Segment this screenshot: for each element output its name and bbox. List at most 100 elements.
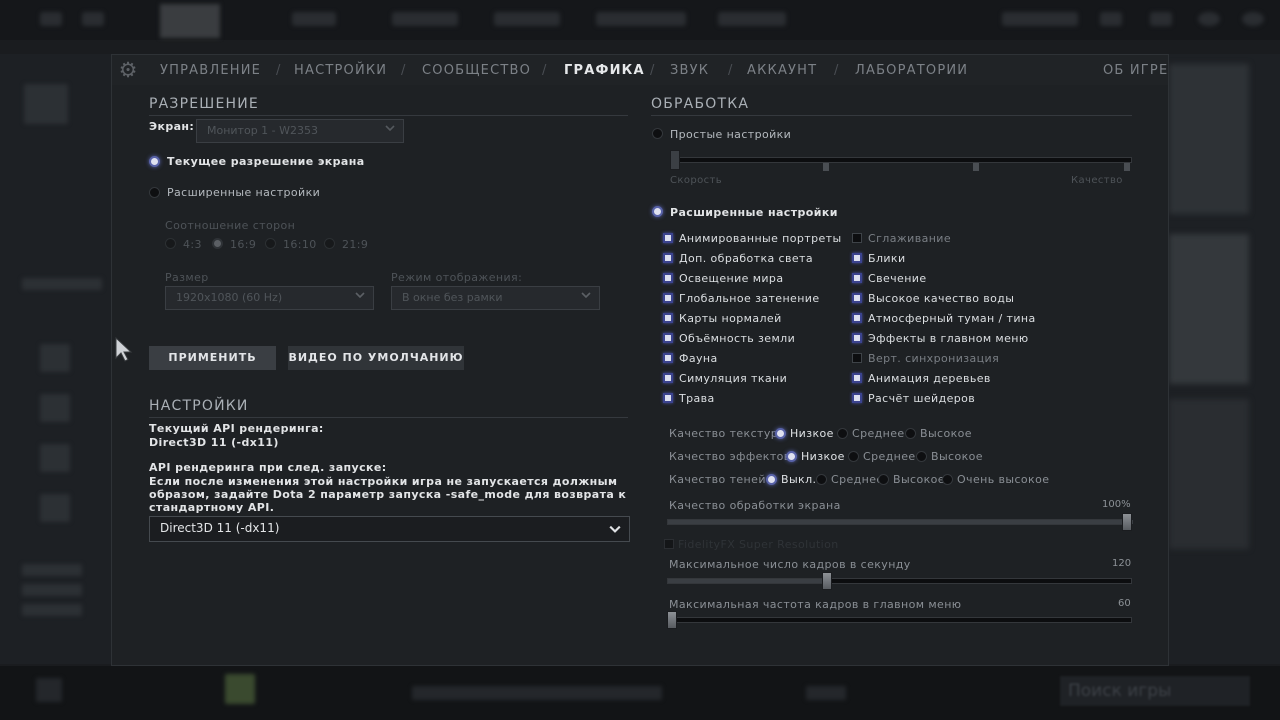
quality-option-label: Среднее <box>852 427 905 440</box>
graphics-option-checkbox[interactable] <box>663 333 673 343</box>
api-warning-line: стандартному API. <box>149 501 275 514</box>
graphics-option-checkbox[interactable] <box>663 373 673 383</box>
tab-sound[interactable]: ЗВУК <box>670 63 709 78</box>
bg-image <box>1169 234 1249 384</box>
monitor-dropdown[interactable]: Монитор 1 - W2353 <box>196 119 404 143</box>
max-menu-fps-slider[interactable] <box>667 617 1132 623</box>
graphics-option-checkbox[interactable] <box>663 293 673 303</box>
quality-option-radio[interactable] <box>848 451 859 462</box>
graphics-option-checkbox[interactable] <box>852 373 862 383</box>
advanced-resolution-radio[interactable] <box>149 187 160 198</box>
tab-account[interactable]: АККАУНТ <box>747 63 817 78</box>
cursor-icon <box>115 336 133 362</box>
slider-tick <box>973 163 979 171</box>
apply-button[interactable]: ПРИМЕНИТЬ <box>149 346 276 370</box>
aspect-16-9-radio[interactable] <box>212 238 223 249</box>
size-dropdown[interactable]: 1920x1080 (60 Hz) <box>165 286 374 310</box>
max-fps-thumb[interactable] <box>822 572 832 590</box>
graphics-option-checkbox[interactable] <box>852 393 862 403</box>
video-defaults-button[interactable]: ВИДЕО ПО УМОЛЧАНИЮ <box>288 346 464 370</box>
shadow-quality-label: Качество теней <box>669 473 766 486</box>
screen-quality-label: Качество обработки экрана <box>669 499 841 512</box>
aspect-16-9-label: 16:9 <box>230 238 257 251</box>
graphics-option-checkbox[interactable] <box>852 273 862 283</box>
quality-option-radio[interactable] <box>942 474 953 485</box>
bg-blob <box>40 494 70 522</box>
graphics-option-checkbox[interactable] <box>852 333 862 343</box>
tab-community[interactable]: СООБЩЕСТВО <box>422 63 531 78</box>
graphics-option-label: Объёмность земли <box>679 332 796 345</box>
max-fps-slider[interactable] <box>667 578 1132 584</box>
current-resolution-label: Текущее разрешение экрана <box>167 155 365 168</box>
resolution-title: РАЗРЕШЕНИЕ <box>149 96 628 116</box>
bg-blob <box>806 686 846 700</box>
max-fps-label: Максимальное число кадров в секунду <box>669 558 911 571</box>
graphics-option-checkbox[interactable] <box>852 233 862 243</box>
graphics-option-checkbox[interactable] <box>852 353 862 363</box>
bg-blob <box>1002 12 1078 26</box>
size-label: Размер <box>165 271 209 284</box>
find-game-button[interactable]: Поиск игры <box>1060 676 1250 706</box>
graphics-option-checkbox[interactable] <box>663 393 673 403</box>
quality-option-radio[interactable] <box>766 474 777 485</box>
simple-quality-slider-thumb[interactable] <box>670 150 680 170</box>
bg-blob <box>1242 12 1264 26</box>
graphics-option-checkbox[interactable] <box>663 313 673 323</box>
advanced-processing-label: Расширенные настройки <box>670 206 838 219</box>
tab-graphics[interactable]: ГРАФИКА <box>564 63 645 78</box>
simple-settings-radio[interactable] <box>652 128 663 139</box>
quality-option-radio[interactable] <box>786 451 797 462</box>
advanced-processing-radio[interactable] <box>652 206 663 217</box>
graphics-option-checkbox[interactable] <box>663 253 673 263</box>
screen-quality-slider[interactable] <box>667 519 1133 525</box>
tab-options[interactable]: НАСТРОЙКИ <box>294 63 387 78</box>
graphics-option-checkbox[interactable] <box>663 353 673 363</box>
max-fps-value: 120 <box>1112 558 1132 569</box>
render-api-dropdown[interactable]: Direct3D 11 (-dx11) <box>149 516 630 542</box>
chevron-down-icon <box>355 292 365 299</box>
current-api-value: Direct3D 11 (-dx11) <box>149 436 279 449</box>
graphics-option-checkbox[interactable] <box>852 313 862 323</box>
quality-option-label: Среднее <box>863 450 916 463</box>
graphics-option-checkbox[interactable] <box>663 233 673 243</box>
quality-option-radio[interactable] <box>878 474 889 485</box>
tab-separator: / <box>728 63 733 78</box>
quality-option-label: Низкое <box>801 450 845 463</box>
screen-quality-thumb[interactable] <box>1122 513 1132 531</box>
simple-quality-slider[interactable] <box>670 157 1132 163</box>
display-mode-dropdown[interactable]: В окне без рамки <box>391 286 600 310</box>
bg-blob <box>40 12 62 26</box>
bg-blob <box>718 12 786 26</box>
quality-option-radio[interactable] <box>816 474 827 485</box>
bg-blob <box>1198 12 1220 26</box>
graphics-option-label: Высокое качество воды <box>868 292 1015 305</box>
graphics-option-checkbox[interactable] <box>852 293 862 303</box>
quality-option-label: Среднее <box>831 473 884 486</box>
processing-title: ОБРАБОТКА <box>651 96 1132 116</box>
chevron-down-icon <box>581 292 591 299</box>
tab-controls[interactable]: УПРАВЛЕНИЕ <box>160 63 261 78</box>
quality-option-radio[interactable] <box>775 428 786 439</box>
tab-labs[interactable]: ЛАБОРАТОРИИ <box>855 63 968 78</box>
monitor-dropdown-value: Монитор 1 - W2353 <box>207 124 319 137</box>
graphics-option-label: Трава <box>679 392 715 405</box>
api-warning-line: Если после изменения этой настройки игра… <box>149 475 618 488</box>
fidelityfx-checkbox[interactable] <box>664 539 674 549</box>
aspect-4-3-radio[interactable] <box>165 238 176 249</box>
quality-option-radio[interactable] <box>905 428 916 439</box>
max-menu-fps-thumb[interactable] <box>667 611 677 629</box>
graphics-option-checkbox[interactable] <box>663 273 673 283</box>
bg-blob <box>22 604 82 616</box>
tab-about[interactable]: ОБ ИГРЕ <box>1103 63 1168 78</box>
current-resolution-radio[interactable] <box>149 156 160 167</box>
graphics-option-label: Фауна <box>679 352 718 365</box>
aspect-16-10-radio[interactable] <box>265 238 276 249</box>
tab-separator: / <box>276 63 281 78</box>
quality-label: Качество <box>1071 175 1123 186</box>
aspect-21-9-radio[interactable] <box>324 238 335 249</box>
quality-option-radio[interactable] <box>916 451 927 462</box>
display-mode-label: Режим отображения: <box>391 271 523 284</box>
graphics-option-checkbox[interactable] <box>852 253 862 263</box>
quality-option-radio[interactable] <box>837 428 848 439</box>
graphics-option-label: Верт. синхронизация <box>868 352 1000 365</box>
